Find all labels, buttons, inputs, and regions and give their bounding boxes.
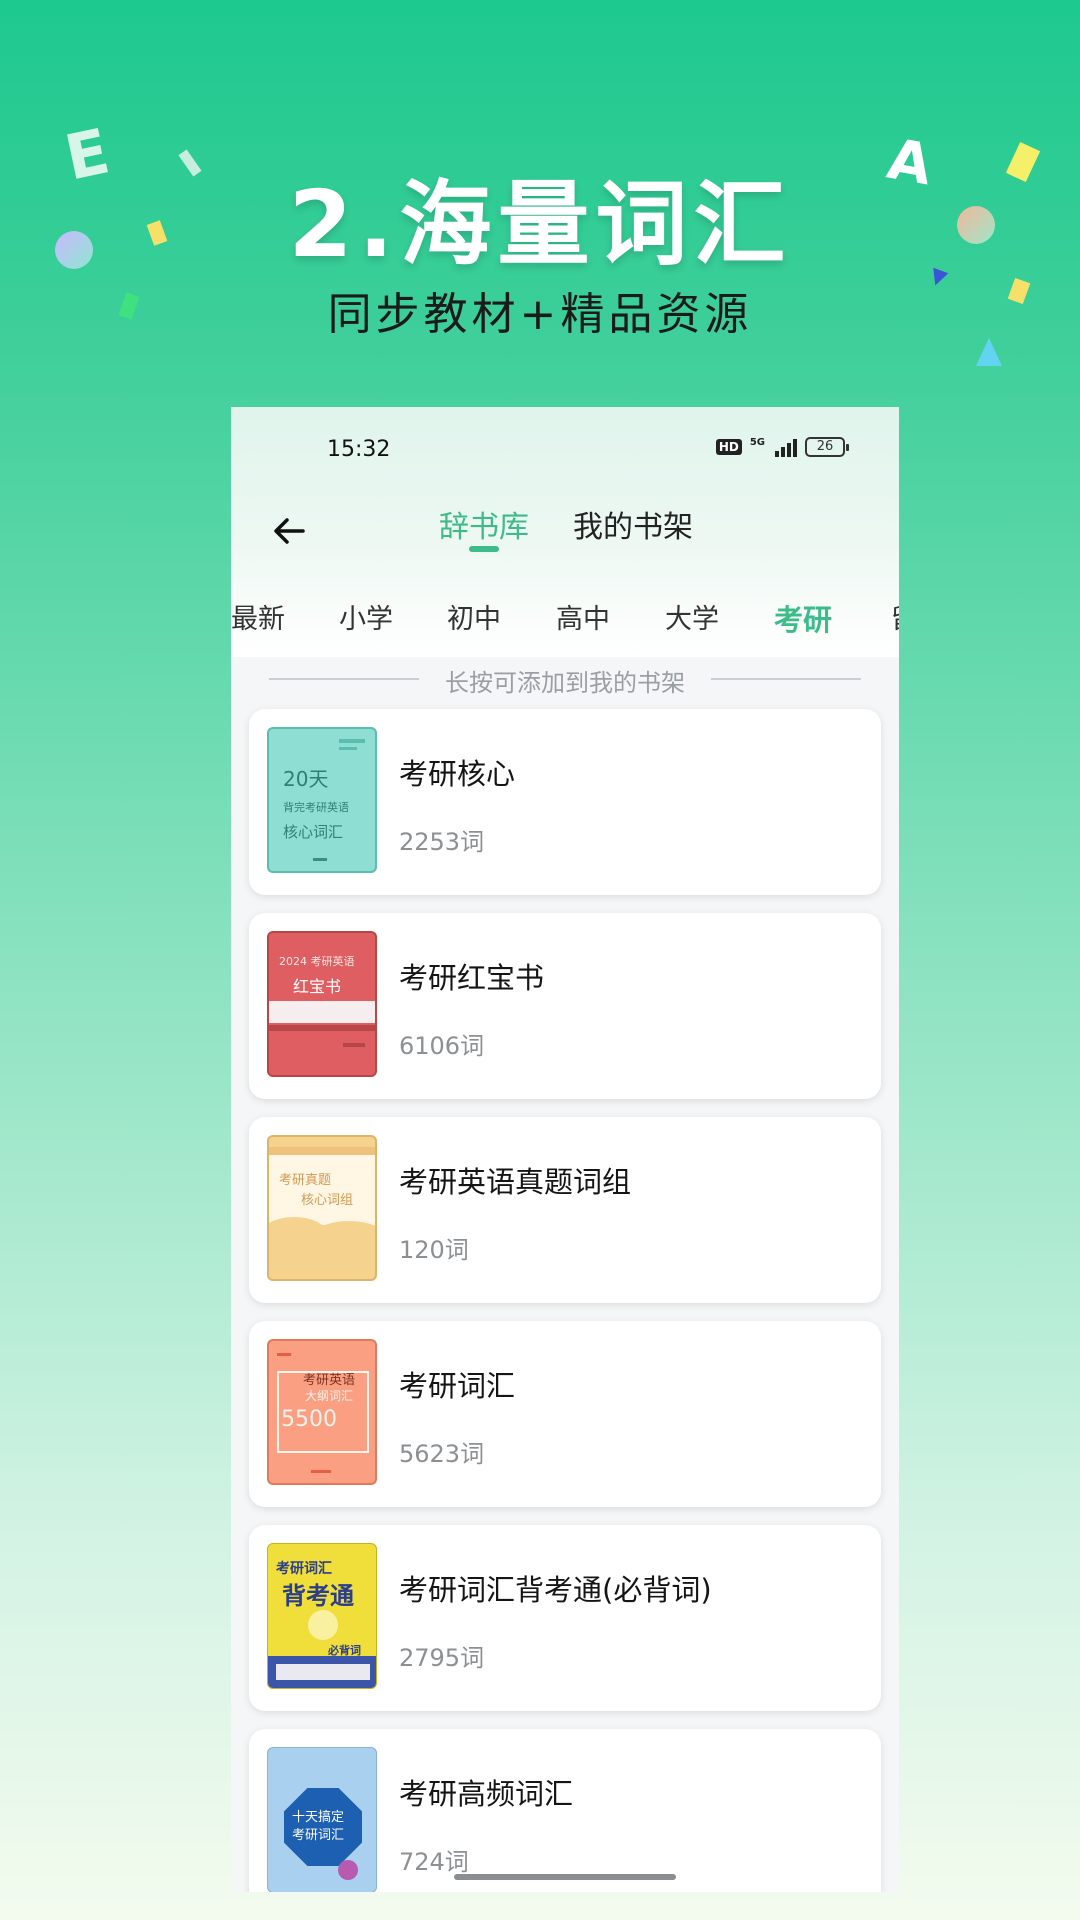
network-label: 5G	[749, 437, 765, 448]
book-title: 考研高频词汇	[399, 1777, 574, 1811]
book-card[interactable]: 考研词汇 背考通 必背词 考研词汇背考通(必背词) 2795词	[249, 1525, 881, 1711]
promo-headline: 2.海量词汇	[288, 171, 792, 278]
category-tab-latest[interactable]: 最新	[231, 597, 285, 636]
book-cover: 十天搞定 考研词汇	[267, 1747, 377, 1892]
phone-screen: 15:32 HD 5G 26 辞书库 我的书架 最新 小学 初中 高中 大学 考…	[231, 407, 899, 1892]
hd-icon: HD	[715, 439, 742, 455]
book-cover: 考研真题 核心词组	[267, 1135, 377, 1281]
book-cover: 20天 背完考研英语 核心词汇	[267, 727, 377, 873]
status-time: 15:32	[327, 437, 391, 462]
category-tab-senior[interactable]: 高中	[556, 597, 610, 636]
tab-dictionary-library[interactable]: 辞书库	[439, 502, 529, 546]
book-title: 考研红宝书	[399, 961, 545, 995]
book-cover: 考研词汇 背考通 必背词	[267, 1543, 377, 1689]
category-tab-study-abroad[interactable]: 留	[891, 597, 899, 636]
active-tab-indicator	[469, 546, 499, 552]
promo-subheadline: 同步教材+精品资源	[327, 289, 753, 340]
book-cover: 2024 考研英语 红宝书	[267, 931, 377, 1077]
confetti-triangle	[976, 338, 1002, 366]
book-card[interactable]: 2024 考研英语 红宝书 考研红宝书 6106词	[249, 913, 881, 1099]
category-tab-university[interactable]: 大学	[665, 597, 719, 636]
book-word-count: 6106词	[399, 1032, 485, 1060]
tab-my-bookshelf[interactable]: 我的书架	[573, 502, 693, 546]
book-cover: 考研英语 大纲词汇 5500	[267, 1339, 377, 1485]
long-press-hint: 长按可添加到我的书架	[231, 657, 899, 699]
back-arrow-icon[interactable]	[265, 507, 313, 555]
book-card[interactable]: 考研真题 核心词组 考研英语真题词组 120词	[249, 1117, 881, 1303]
status-icons: HD 5G 26	[715, 437, 849, 457]
book-title: 考研英语真题词组	[399, 1165, 632, 1199]
book-word-count: 2253词	[399, 828, 485, 856]
book-title: 考研词汇背考通(必背词)	[399, 1573, 712, 1607]
book-card[interactable]: 考研英语 大纲词汇 5500 考研词汇 5623词	[249, 1321, 881, 1507]
book-word-count: 5623词	[399, 1440, 485, 1468]
book-card[interactable]: 20天 背完考研英语 核心词汇 考研核心 2253词	[249, 709, 881, 895]
category-tab-primary[interactable]: 小学	[339, 597, 393, 636]
category-tab-postgraduate[interactable]: 考研	[774, 597, 832, 639]
book-word-count: 2795词	[399, 1644, 485, 1672]
category-tab-junior[interactable]: 初中	[447, 597, 501, 636]
battery-icon: 26	[805, 437, 849, 457]
book-word-count: 724词	[399, 1848, 469, 1876]
hint-divider-right	[711, 678, 861, 680]
book-title: 考研核心	[399, 757, 516, 791]
home-indicator[interactable]	[454, 1874, 676, 1880]
book-card[interactable]: 十天搞定 考研词汇 考研高频词汇 724词	[249, 1729, 881, 1892]
category-tabs: 最新 小学 初中 高中 大学 考研 留	[231, 597, 899, 647]
signal-icon	[775, 437, 797, 457]
book-word-count: 120词	[399, 1236, 469, 1264]
hint-text: 长按可添加到我的书架	[445, 669, 685, 697]
book-title: 考研词汇	[399, 1369, 516, 1403]
